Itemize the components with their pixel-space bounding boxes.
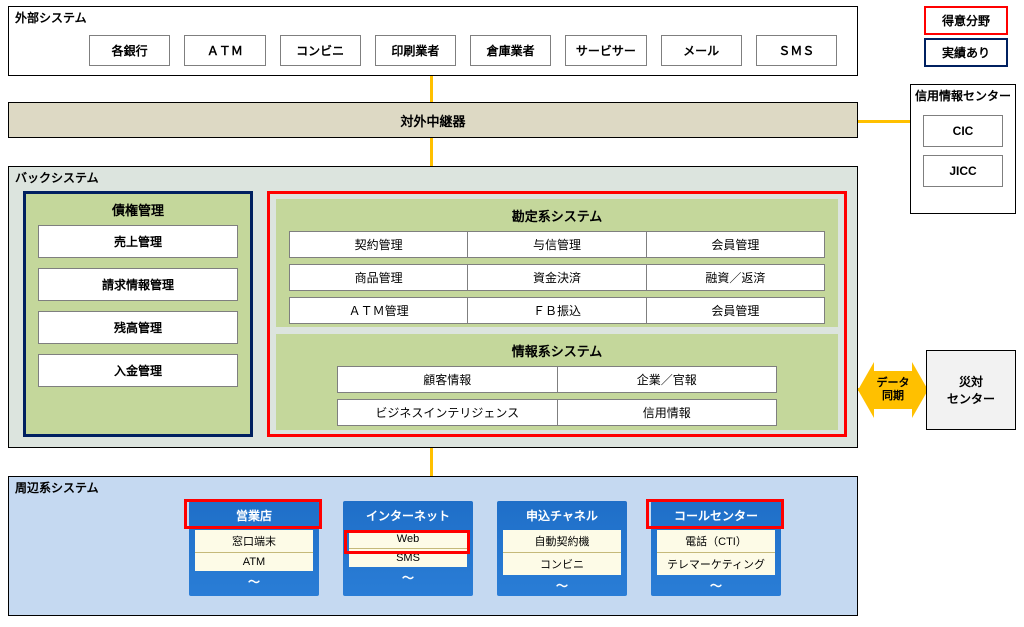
channel-row: Web	[349, 530, 467, 549]
kanjo-cell: 与信管理	[468, 231, 646, 258]
dr-center: 災対 センター	[926, 350, 1016, 430]
ext-item: 各銀行	[89, 35, 170, 66]
kanjo-cell: ＡＴＭ管理	[289, 297, 468, 324]
ext-item: ＳＭＳ	[756, 35, 837, 66]
kanjo-cell: 資金決済	[468, 264, 646, 291]
legend-strong: 得意分野	[924, 6, 1008, 35]
kanjo-cell: 契約管理	[289, 231, 468, 258]
credit-item-jicc: JICC	[923, 155, 1003, 187]
channel-foot: ～	[497, 575, 627, 596]
joho-group: 情報系システム 顧客情報 企業／官報 ビジネスインテリジェンス 信用情報	[276, 334, 838, 430]
saiken-item: 売上管理	[38, 225, 238, 258]
relay-label: 対外中継器	[400, 111, 465, 130]
joho-title: 情報系システム	[277, 335, 837, 366]
data-sync-arrow: データ 同期	[858, 362, 928, 418]
kanjo-cell: 会員管理	[647, 297, 825, 324]
saiken-item: 入金管理	[38, 354, 238, 387]
peripheral-panel: 周辺系システム 営業店 窓口端末 ATM ～ インターネット Web SMS ～…	[8, 476, 858, 616]
saiken-item: 請求情報管理	[38, 268, 238, 301]
channel-foot: ～	[343, 567, 473, 588]
external-items: 各銀行 ＡＴＭ コンビニ 印刷業者 倉庫業者 サービサー メール ＳＭＳ	[89, 35, 837, 66]
channel-wrap: 営業店 窓口端末 ATM ～ インターネット Web SMS ～ 申込チャネル …	[189, 501, 781, 596]
channel-title: 申込チャネル	[497, 501, 627, 530]
ext-item: 印刷業者	[375, 35, 456, 66]
external-title: 外部システム	[15, 9, 87, 26]
ext-item: サービサー	[565, 35, 646, 66]
peripheral-title: 周辺系システム	[15, 479, 99, 496]
channel-foot: ～	[651, 575, 781, 596]
channel-title: コールセンター	[651, 501, 781, 530]
ext-item: メール	[661, 35, 742, 66]
kanjo-cell: 商品管理	[289, 264, 468, 291]
channel-row: 自動契約機	[503, 530, 621, 553]
kanjo-title: 勘定系システム	[277, 200, 837, 231]
channel-foot: ～	[189, 571, 319, 592]
channel-callcenter: コールセンター 電話（CTI） テレマーケティング ～	[651, 501, 781, 596]
joho-row: ビジネスインテリジェンス 信用情報	[337, 399, 777, 426]
channel-apply: 申込チャネル 自動契約機 コンビニ ～	[497, 501, 627, 596]
ext-item: ＡＴＭ	[184, 35, 265, 66]
ext-item: コンビニ	[280, 35, 361, 66]
kanjo-cell: 融資／返済	[647, 264, 825, 291]
kanjo-row: 商品管理 資金決済 融資／返済	[289, 264, 825, 291]
back-system-panel: バックシステム 債権管理 売上管理 請求情報管理 残高管理 入金管理 勘定系シス…	[8, 166, 858, 448]
data-sync-label: データ 同期	[874, 371, 912, 409]
channel-row: SMS	[349, 549, 467, 567]
channel-row: ATM	[195, 553, 313, 571]
saiken-group: 債権管理 売上管理 請求情報管理 残高管理 入金管理	[23, 191, 253, 437]
kanjo-row: 契約管理 与信管理 会員管理	[289, 231, 825, 258]
arrow-left-icon	[858, 362, 874, 418]
kanjo-row: ＡＴＭ管理 ＦＢ振込 会員管理	[289, 297, 825, 324]
channel-branch: 営業店 窓口端末 ATM ～	[189, 501, 319, 596]
channel-title: 営業店	[189, 501, 319, 530]
joho-cell: 企業／官報	[558, 366, 778, 393]
channel-row: 窓口端末	[195, 530, 313, 553]
ext-item: 倉庫業者	[470, 35, 551, 66]
back-title: バックシステム	[15, 169, 99, 186]
credit-item-cic: CIC	[923, 115, 1003, 147]
legend-strong-label: 得意分野	[942, 14, 990, 28]
external-relay: 対外中継器	[8, 102, 858, 138]
saiken-item: 残高管理	[38, 311, 238, 344]
channel-row: テレマーケティング	[657, 553, 775, 575]
core-highlight: 勘定系システム 契約管理 与信管理 会員管理 商品管理 資金決済 融資／返済 Ａ…	[267, 191, 847, 437]
saiken-title: 債権管理	[26, 194, 250, 225]
channel-row: 電話（CTI）	[657, 530, 775, 553]
legend-experience-label: 実績あり	[942, 46, 990, 60]
channel-body: 電話（CTI） テレマーケティング	[657, 530, 775, 575]
legend-experience: 実績あり	[924, 38, 1008, 67]
credit-center-title: 信用情報センター	[911, 87, 1015, 104]
joho-row: 顧客情報 企業／官報	[337, 366, 777, 393]
channel-internet: インターネット Web SMS ～	[343, 501, 473, 596]
channel-body: 窓口端末 ATM	[195, 530, 313, 571]
joho-cell: ビジネスインテリジェンス	[337, 399, 558, 426]
kanjo-cell: ＦＢ振込	[468, 297, 646, 324]
joho-cell: 顧客情報	[337, 366, 558, 393]
joho-cell: 信用情報	[558, 399, 778, 426]
channel-body: 自動契約機 コンビニ	[503, 530, 621, 575]
channel-title: インターネット	[343, 501, 473, 530]
credit-center-panel: 信用情報センター CIC JICC	[910, 84, 1016, 214]
kanjo-group: 勘定系システム 契約管理 与信管理 会員管理 商品管理 資金決済 融資／返済 Ａ…	[276, 199, 838, 327]
external-system-panel: 外部システム 各銀行 ＡＴＭ コンビニ 印刷業者 倉庫業者 サービサー メール …	[8, 6, 858, 76]
channel-row: コンビニ	[503, 553, 621, 575]
channel-body: Web SMS	[349, 530, 467, 567]
kanjo-cell: 会員管理	[647, 231, 825, 258]
dr-center-label: 災対 センター	[947, 373, 995, 407]
